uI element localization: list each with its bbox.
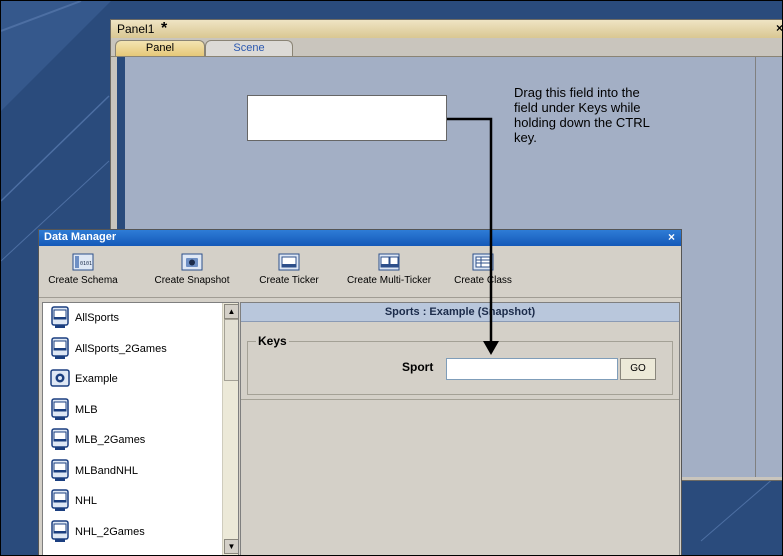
ticker-icon <box>51 336 69 359</box>
list-item-label: NHL <box>75 495 98 507</box>
create-multi-ticker-button[interactable]: Create Multi-Ticker <box>344 253 434 286</box>
sport-label: Sport <box>402 360 434 374</box>
panel-canvas-right-area <box>755 57 782 477</box>
snapshot-icon <box>50 369 70 387</box>
create-schema-label: Create Schema <box>48 275 118 286</box>
list-item[interactable]: NHL_2Games <box>49 519 145 545</box>
create-snapshot-label: Create Snapshot <box>154 275 230 286</box>
keys-group: Keys Sport GO <box>247 334 673 395</box>
tab-panel[interactable]: Panel <box>115 40 205 56</box>
divider <box>241 399 679 400</box>
ticker-icon <box>51 428 69 450</box>
multi-ticker-icon <box>378 253 400 271</box>
scroll-down-button[interactable]: ▼ <box>224 539 238 554</box>
panel1-titlebar[interactable]: Panel1 * × <box>111 20 782 39</box>
create-class-label: Create Class <box>454 275 512 286</box>
data-manager-close-button[interactable]: × <box>668 230 675 244</box>
list-item-label: MLB_2Games <box>75 434 146 446</box>
ticker-icon <box>51 458 69 481</box>
ticker-icon <box>51 519 69 542</box>
data-object-list[interactable]: AllSports AllSports_2Games Example MLB MLB_2… <box>42 302 239 555</box>
class-icon <box>472 253 494 271</box>
list-item-label: AllSports_2Games <box>75 342 167 355</box>
list-item[interactable]: MLB <box>49 397 98 423</box>
screenshot-frame: Panel1 * × Panel Scene Drag this field i… <box>0 0 783 556</box>
ticker-icon <box>51 306 69 328</box>
instruction-callout: Drag this field into the field under Key… <box>514 85 650 145</box>
ticker-icon <box>51 397 69 420</box>
data-manager-window: Data Manager × 0101 Create Schema Create… <box>38 229 682 555</box>
create-schema-button[interactable]: 0101 Create Schema <box>47 253 119 286</box>
sport-input[interactable] <box>446 358 618 380</box>
svg-text:0101: 0101 <box>80 261 92 267</box>
panel1-tabbar: Panel Scene <box>111 38 782 57</box>
schema-icon: 0101 <box>72 253 94 271</box>
list-scrollbar[interactable]: ▲ ▼ <box>222 303 238 555</box>
create-ticker-label: Create Ticker <box>259 275 319 286</box>
data-detail-pane: Sports : Example (Snapshot) Keys Sport G… <box>240 302 680 555</box>
ticker-icon <box>51 489 69 511</box>
scroll-up-button[interactable]: ▲ <box>224 304 238 319</box>
panel1-title: Panel1 <box>117 22 155 36</box>
list-item[interactable]: AllSports <box>49 305 119 331</box>
list-item[interactable]: MLBandNHL <box>49 458 138 484</box>
panel1-close-button[interactable]: × <box>776 21 782 35</box>
create-class-button[interactable]: Create Class <box>454 253 512 286</box>
list-item-label: AllSports <box>75 312 120 324</box>
list-item-label: MLBandNHL <box>75 464 138 477</box>
snapshot-icon <box>181 253 203 271</box>
detail-header: Sports : Example (Snapshot) <box>241 303 679 322</box>
create-snapshot-button[interactable]: Create Snapshot <box>151 253 233 286</box>
keys-group-label: Keys <box>256 334 289 348</box>
list-item-label: MLB <box>75 403 98 416</box>
data-manager-titlebar[interactable]: Data Manager × <box>39 230 681 246</box>
list-item-label: Example <box>75 373 118 385</box>
data-manager-toolbar: 0101 Create Schema Create Snapshot Creat… <box>39 247 681 298</box>
list-item[interactable]: MLB_2Games <box>49 427 145 453</box>
canvas-text-field[interactable] <box>247 95 447 141</box>
modified-marker: * <box>161 20 168 37</box>
ticker-icon <box>278 253 300 271</box>
list-item[interactable]: AllSports_2Games <box>49 336 167 362</box>
go-button[interactable]: GO <box>620 358 656 380</box>
scroll-thumb[interactable] <box>224 319 238 381</box>
tab-scene[interactable]: Scene <box>205 40 293 56</box>
create-ticker-button[interactable]: Create Ticker <box>255 253 323 286</box>
data-manager-title: Data Manager <box>44 231 117 243</box>
list-item[interactable]: Example <box>49 366 118 392</box>
list-item[interactable]: NHL <box>49 488 97 514</box>
create-multi-ticker-label: Create Multi-Ticker <box>346 275 432 286</box>
list-item-label: NHL_2Games <box>75 525 145 538</box>
